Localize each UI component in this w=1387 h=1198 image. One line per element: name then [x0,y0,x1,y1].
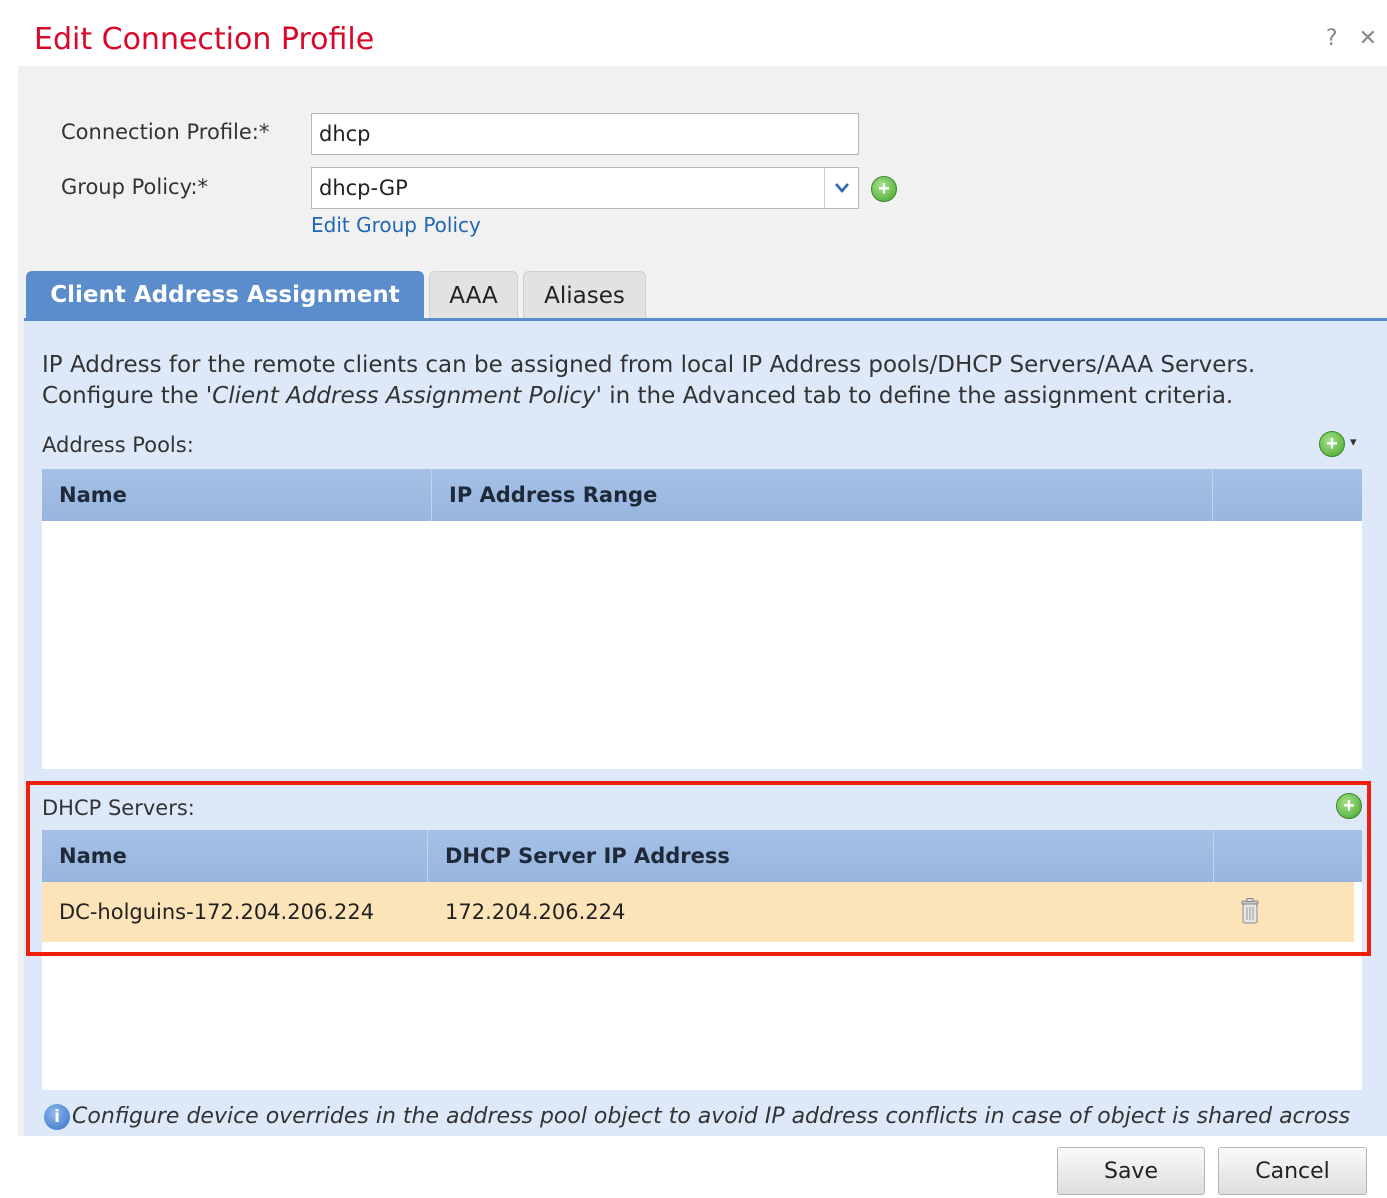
edit-group-policy-link[interactable]: Edit Group Policy [311,213,481,237]
save-button[interactable]: Save [1057,1147,1205,1195]
connection-profile-input[interactable]: dhcp [311,113,859,155]
add-address-pool-icon[interactable]: + [1319,431,1345,457]
dropdown-caret-icon[interactable]: ▾ [1350,434,1357,450]
description-line-2: Configure the 'Client Address Assignment… [42,383,1234,409]
window-controls: ? ✕ [1312,26,1377,51]
chevron-down-icon[interactable] [824,168,858,208]
override-info-message: i Configure device overrides in the addre… [44,1104,1364,1130]
address-pools-header: Name IP Address Range [42,469,1362,521]
info-text: Configure device overrides in the addres… [72,1104,1351,1129]
tab-aaa[interactable]: AAA [429,271,518,319]
tab-client-address-assignment[interactable]: Client Address Assignment [26,271,424,319]
assignment-description: IP Address for the remote clients can be… [42,350,1372,412]
description-line-1: IP Address for the remote clients can be… [42,352,1256,378]
info-icon: i [44,1104,70,1130]
address-pools-table: Name IP Address Range [42,469,1362,769]
cancel-button[interactable]: Cancel [1218,1147,1367,1195]
group-policy-label: Group Policy:* [61,175,209,199]
column-header-name[interactable]: Name [42,469,432,521]
column-header-ip-range[interactable]: IP Address Range [432,469,1213,521]
group-policy-value: dhcp-GP [319,176,408,200]
column-header-actions [1213,469,1362,521]
dialog-title: Edit Connection Profile [34,22,375,57]
dhcp-servers-highlight [26,781,1371,956]
tab-aliases[interactable]: Aliases [523,271,646,319]
connection-profile-label: Connection Profile:* [61,120,270,144]
close-icon[interactable]: ✕ [1359,26,1377,51]
group-policy-select[interactable]: dhcp-GP [311,167,859,209]
address-pools-label: Address Pools: [42,433,194,457]
add-group-policy-icon[interactable]: + [871,176,897,202]
help-icon[interactable]: ? [1326,26,1338,51]
